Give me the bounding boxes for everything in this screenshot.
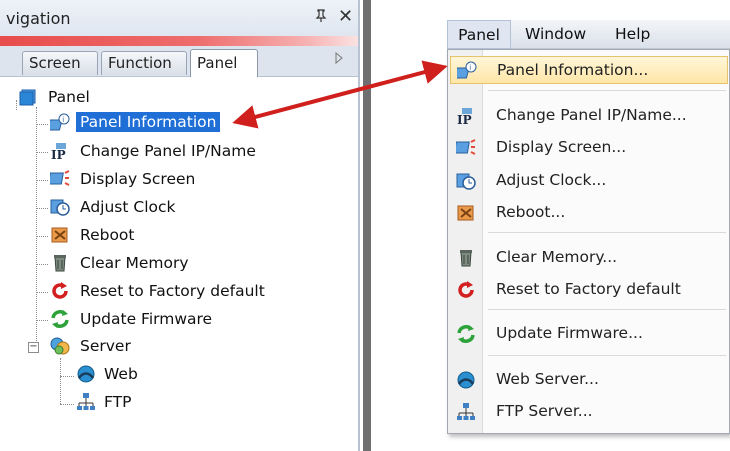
tree-item-update-firmware[interactable]: Update Firmware	[0, 308, 260, 332]
navigation-title: vigation	[6, 9, 71, 28]
menu-item-label: Panel Information...	[497, 61, 649, 79]
tree-item-change-panel-ip[interactable]: IP Change Panel IP/Name	[0, 140, 280, 164]
panel-info-icon: i	[453, 61, 477, 81]
ftp-icon	[76, 392, 96, 412]
ip-icon: IP	[50, 141, 70, 162]
menu-item-label: FTP Server...	[496, 402, 593, 420]
tree-item-label: Adjust Clock	[80, 198, 176, 216]
menu-item-reset-factory[interactable]: Reset to Factory default	[450, 276, 728, 304]
tree-root-label: Panel	[48, 88, 90, 106]
menu-item-label: Update Firmware...	[496, 324, 643, 342]
menu-item-change-panel-ip[interactable]: IP Change Panel IP/Name...	[450, 102, 728, 130]
tree-item-panel-information[interactable]: i Panel Information	[0, 112, 260, 136]
navigation-panel: vigation ✕ Screen Function Panel Panel i…	[0, 0, 360, 451]
ip-icon: IP	[456, 106, 476, 127]
menu-bar: Panel Window Help	[447, 20, 730, 49]
accent-strip	[0, 36, 360, 46]
trash-icon	[50, 253, 70, 273]
reboot-icon	[456, 203, 476, 223]
tree-item-display-screen[interactable]: Display Screen	[0, 168, 260, 192]
menu-item-update-firmware[interactable]: Update Firmware...	[450, 320, 728, 348]
tab-screen[interactable]: Screen	[22, 51, 98, 75]
svg-text:IP: IP	[51, 148, 66, 161]
menu-item-clear-memory[interactable]: Clear Memory...	[450, 244, 728, 272]
display-screen-icon	[453, 138, 476, 158]
tree-item-label: Clear Memory	[80, 254, 189, 272]
menu-item-label: Display Screen...	[496, 138, 627, 156]
tab-scroll-right-icon[interactable]	[334, 51, 344, 68]
menu-item-panel-information[interactable]: i Panel Information...	[450, 56, 728, 84]
tree-item-server[interactable]: Server	[0, 335, 200, 359]
tree-item-label: Update Firmware	[80, 310, 213, 328]
menu-item-web-server[interactable]: Web Server...	[450, 366, 728, 394]
tree-item-label: Change Panel IP/Name	[80, 142, 256, 160]
svg-text:IP: IP	[457, 113, 472, 126]
menu-item-label: Change Panel IP/Name...	[496, 106, 687, 124]
tree-item-reset-factory[interactable]: Reset to Factory default	[0, 280, 300, 304]
menu-window[interactable]: Window	[525, 20, 586, 48]
clock-icon	[50, 197, 70, 217]
menu-separator	[488, 90, 726, 91]
tab-function[interactable]: Function	[101, 51, 187, 75]
splitter[interactable]	[363, 0, 371, 451]
menu-help[interactable]: Help	[615, 20, 650, 48]
menu-item-label: Reboot...	[496, 203, 566, 221]
reboot-icon	[50, 225, 70, 245]
tree-item-label: Server	[80, 337, 131, 355]
refresh-icon	[456, 324, 476, 344]
tree-item-label: Web	[104, 365, 138, 383]
panel-dropdown-menu: i Panel Information... IP Change Panel I…	[447, 49, 730, 434]
menu-separator	[488, 309, 726, 310]
menu-separator	[488, 232, 726, 233]
menu-item-label: Web Server...	[496, 370, 599, 388]
refresh-icon	[50, 309, 70, 329]
panel-border	[358, 0, 360, 451]
menu-item-ftp-server[interactable]: FTP Server...	[450, 398, 728, 426]
reset-icon	[456, 280, 476, 300]
reset-icon	[50, 281, 70, 301]
menu-panel[interactable]: Panel	[447, 20, 511, 49]
pin-icon[interactable]	[315, 9, 327, 27]
menu-item-adjust-clock[interactable]: Adjust Clock...	[450, 167, 728, 195]
menu-item-label: Adjust Clock...	[496, 171, 607, 189]
tree-item-web[interactable]: Web	[0, 363, 200, 387]
ftp-icon	[456, 402, 476, 422]
trash-icon	[456, 248, 476, 268]
tree-item-ftp[interactable]: FTP	[0, 391, 200, 415]
display-screen-icon	[47, 169, 70, 189]
tree-item-reboot[interactable]: Reboot	[0, 224, 260, 248]
menu-item-label: Reset to Factory default	[496, 280, 681, 298]
menu-item-display-screen[interactable]: Display Screen...	[450, 134, 728, 162]
menu-item-label: Clear Memory...	[496, 248, 618, 266]
clock-icon	[456, 171, 476, 191]
panel-folder-icon	[18, 87, 38, 107]
tree-item-label: FTP	[104, 393, 132, 411]
svg-text:i: i	[62, 116, 64, 124]
tree-item-clear-memory[interactable]: Clear Memory	[0, 252, 260, 276]
tree-item-label: Reboot	[80, 226, 135, 244]
menu-item-reboot[interactable]: Reboot...	[450, 199, 728, 227]
web-icon	[456, 370, 476, 390]
svg-text:i: i	[469, 64, 471, 72]
web-icon	[76, 364, 96, 384]
tree-item-label: Panel Information	[76, 112, 221, 132]
navigation-title-bar: vigation ✕	[0, 0, 360, 36]
tab-bar: Screen Function Panel	[0, 46, 360, 77]
tree-root-panel[interactable]: Panel	[0, 86, 200, 110]
server-icon	[50, 336, 70, 356]
tree-item-label: Display Screen	[80, 170, 196, 188]
tree-item-label: Reset to Factory default	[80, 282, 265, 300]
tree-item-adjust-clock[interactable]: Adjust Clock	[0, 196, 260, 220]
close-icon[interactable]: ✕	[338, 6, 353, 27]
menu-separator	[488, 355, 726, 356]
panel-info-icon: i	[46, 113, 70, 133]
tab-panel[interactable]: Panel	[190, 49, 258, 77]
